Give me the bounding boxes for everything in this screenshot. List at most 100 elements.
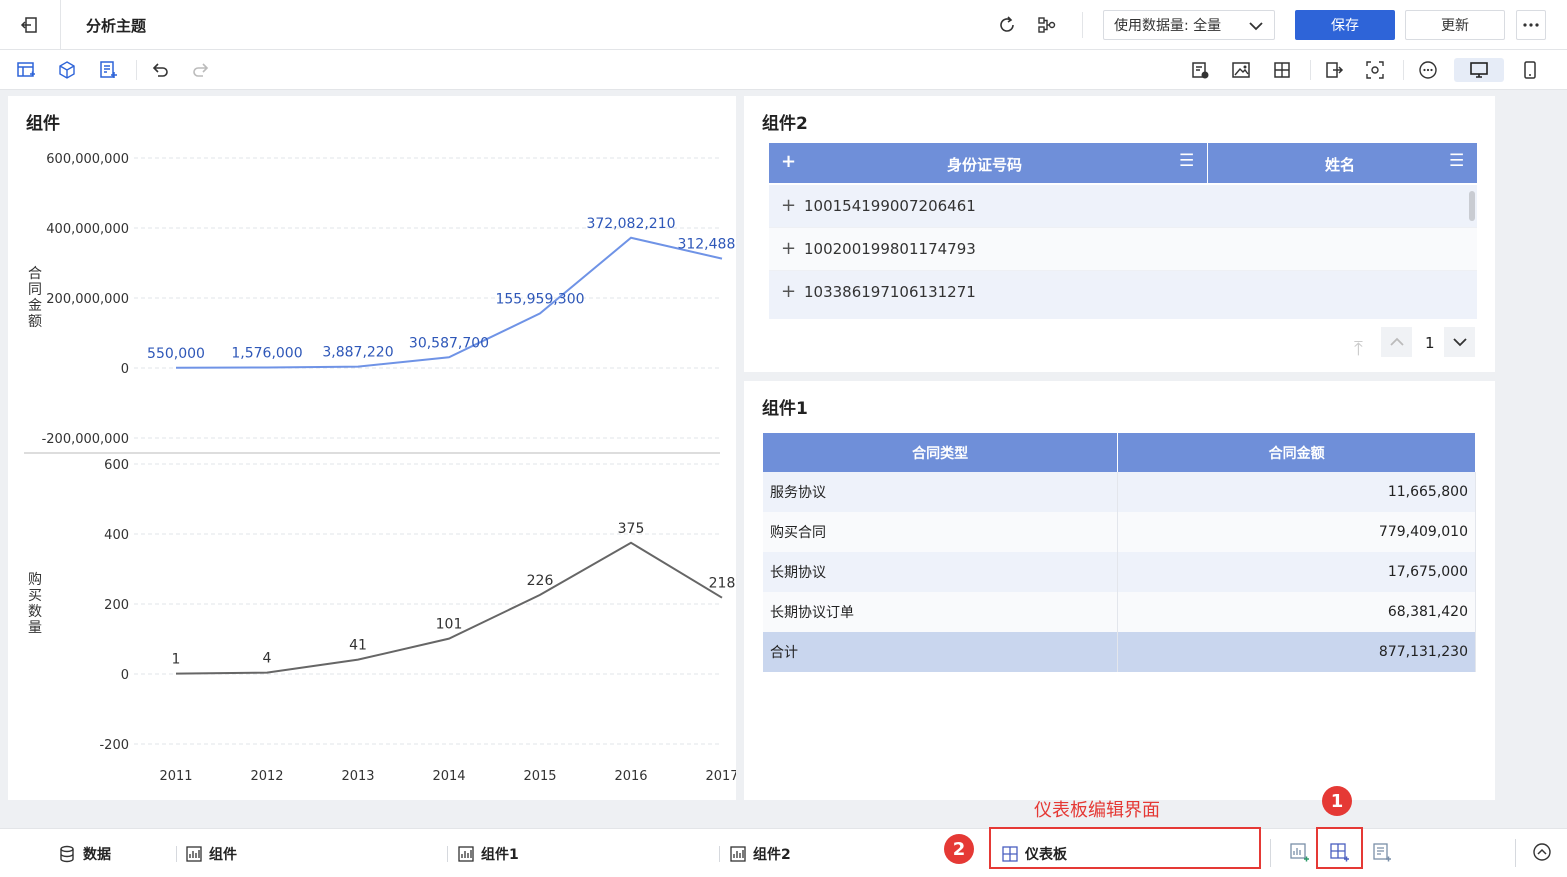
sort-icon[interactable]: ☰ (1449, 151, 1464, 171)
tab-label: 仪表板 (1025, 847, 1067, 863)
x-tick-label: 2017 (705, 769, 736, 784)
chevron-up-icon (1389, 337, 1404, 346)
chevron-down-icon (1452, 338, 1467, 347)
column-header-id: 身份证号码 (947, 156, 1023, 174)
more-button[interactable] (1516, 10, 1546, 40)
redo-icon (193, 63, 209, 77)
id-cell: 100200199801174793 (804, 240, 976, 258)
data-label: 375 (618, 521, 645, 537)
dataset-select[interactable]: 使用数据量: 全量 (1103, 10, 1275, 40)
tab-label: 数据 (83, 847, 111, 863)
divider (1310, 60, 1311, 80)
collapse-button[interactable] (1532, 839, 1552, 865)
scrollbar-thumb[interactable] (1469, 191, 1475, 221)
divider (136, 60, 137, 80)
add-dashboard-button[interactable] (1330, 839, 1350, 865)
tab-dashboard[interactable]: 仪表板 (1002, 841, 1067, 867)
add-component-button[interactable] (55, 58, 79, 82)
y-axis-label: 量 (28, 620, 42, 636)
divider (176, 846, 177, 862)
y-tick-label: 200 (104, 598, 129, 613)
add-chart-button[interactable] (14, 58, 38, 82)
amount-cell: 17,675,000 (1117, 552, 1476, 592)
add-story-button[interactable] (1372, 839, 1392, 865)
tab-label: 组件1 (481, 847, 519, 863)
cube-icon (59, 61, 75, 79)
table-row[interactable]: + 100200199801174793 (769, 228, 1477, 271)
update-button[interactable]: 更新 (1405, 10, 1505, 40)
data-label: 312,488,800 (677, 237, 736, 253)
tab-component-1[interactable]: 组件1 (458, 841, 519, 867)
lineage-button[interactable] (1035, 13, 1059, 37)
mobile-icon (1524, 61, 1536, 79)
refresh-button[interactable] (995, 13, 1019, 37)
mobile-view-button[interactable] (1518, 58, 1542, 82)
preview-button[interactable] (1363, 58, 1387, 82)
undo-button[interactable] (148, 58, 172, 82)
refresh-icon (1000, 16, 1014, 32)
y-axis-label: 买 (28, 588, 42, 604)
first-page-icon[interactable]: ⤒ (1354, 336, 1363, 360)
expand-icon[interactable]: + (781, 238, 796, 259)
type-cell: 服务协议 (763, 472, 1119, 512)
grid-table-header: + 身份证号码 ☰ 姓名 ☰ (769, 143, 1477, 183)
theme-button[interactable] (1416, 58, 1440, 82)
data-label: 372,082,210 (586, 216, 675, 232)
prev-page-button[interactable] (1381, 327, 1412, 357)
divider (1082, 12, 1083, 38)
add-dashboard-icon (1330, 843, 1349, 862)
y-axis-label: 数 (28, 604, 42, 620)
filter-doc-icon (1192, 62, 1209, 79)
dataset-label: 使用数据量: 全量 (1114, 18, 1222, 34)
expand-icon[interactable]: + (781, 195, 796, 216)
data-label: 218 (709, 576, 736, 592)
grid-table-panel[interactable]: 组件2 + 身份证号码 ☰ 姓名 ☰ + 100154199007206461 … (744, 96, 1495, 372)
divider (1403, 60, 1404, 80)
total-label: 合计 (763, 632, 1119, 672)
layout-button[interactable] (1270, 58, 1294, 82)
table-row[interactable]: 服务协议 11,665,800 (763, 472, 1476, 512)
chevron-down-icon (1249, 22, 1263, 31)
y-tick-label: 400,000,000 (46, 222, 129, 237)
data-label: 226 (527, 573, 554, 589)
type-cell: 购买合同 (763, 512, 1119, 552)
save-button[interactable]: 保存 (1295, 10, 1395, 40)
table-row[interactable]: 长期协议 17,675,000 (763, 552, 1476, 592)
exit-button[interactable] (0, 0, 61, 50)
tab-component[interactable]: 组件 (186, 841, 237, 867)
y-axis-label: 同 (28, 282, 42, 298)
page-number: 1 (1425, 334, 1435, 352)
x-tick-label: 2016 (614, 769, 647, 784)
toolbar (0, 50, 1567, 90)
undo-icon (152, 63, 168, 77)
filter-component-button[interactable] (1188, 58, 1212, 82)
add-text-button[interactable] (96, 58, 120, 82)
expand-icon[interactable]: + (781, 281, 796, 302)
export-button[interactable] (1322, 58, 1346, 82)
add-chart-tab-button[interactable] (1290, 839, 1310, 865)
y-tick-label: 600 (104, 458, 129, 473)
table-row[interactable]: + 103386197106131271 (769, 271, 1477, 319)
x-tick-label: 2015 (523, 769, 556, 784)
table-row[interactable]: 长期协议订单 68,381,420 (763, 592, 1476, 632)
y-axis-label: 金 (28, 298, 42, 314)
total-row[interactable]: 合计 877,131,230 (763, 632, 1476, 672)
table-row[interactable]: + 100154199007206461 (769, 185, 1477, 228)
data-label: 4 (263, 651, 272, 667)
amount-cell: 11,665,800 (1117, 472, 1476, 512)
bottom-tab-bar: 数据 组件 组件1 组件2 2 仪表板 (0, 827, 1567, 877)
next-page-button[interactable] (1444, 327, 1475, 357)
panel-title: 组件1 (762, 399, 808, 419)
tab-component-2[interactable]: 组件2 (730, 841, 791, 867)
lineage-icon (1038, 17, 1056, 33)
more-circle-icon (1419, 61, 1437, 79)
panel-title: 组件2 (762, 114, 808, 134)
image-button[interactable] (1229, 58, 1253, 82)
table-row[interactable]: 购买合同 779,409,010 (763, 512, 1476, 552)
desktop-view-button[interactable] (1454, 58, 1504, 82)
expand-all-icon[interactable]: + (781, 151, 796, 172)
redo-button[interactable] (189, 58, 213, 82)
tab-data[interactable]: 数据 (58, 841, 111, 867)
sort-icon[interactable]: ☰ (1179, 151, 1194, 171)
chart-icon (730, 846, 746, 862)
